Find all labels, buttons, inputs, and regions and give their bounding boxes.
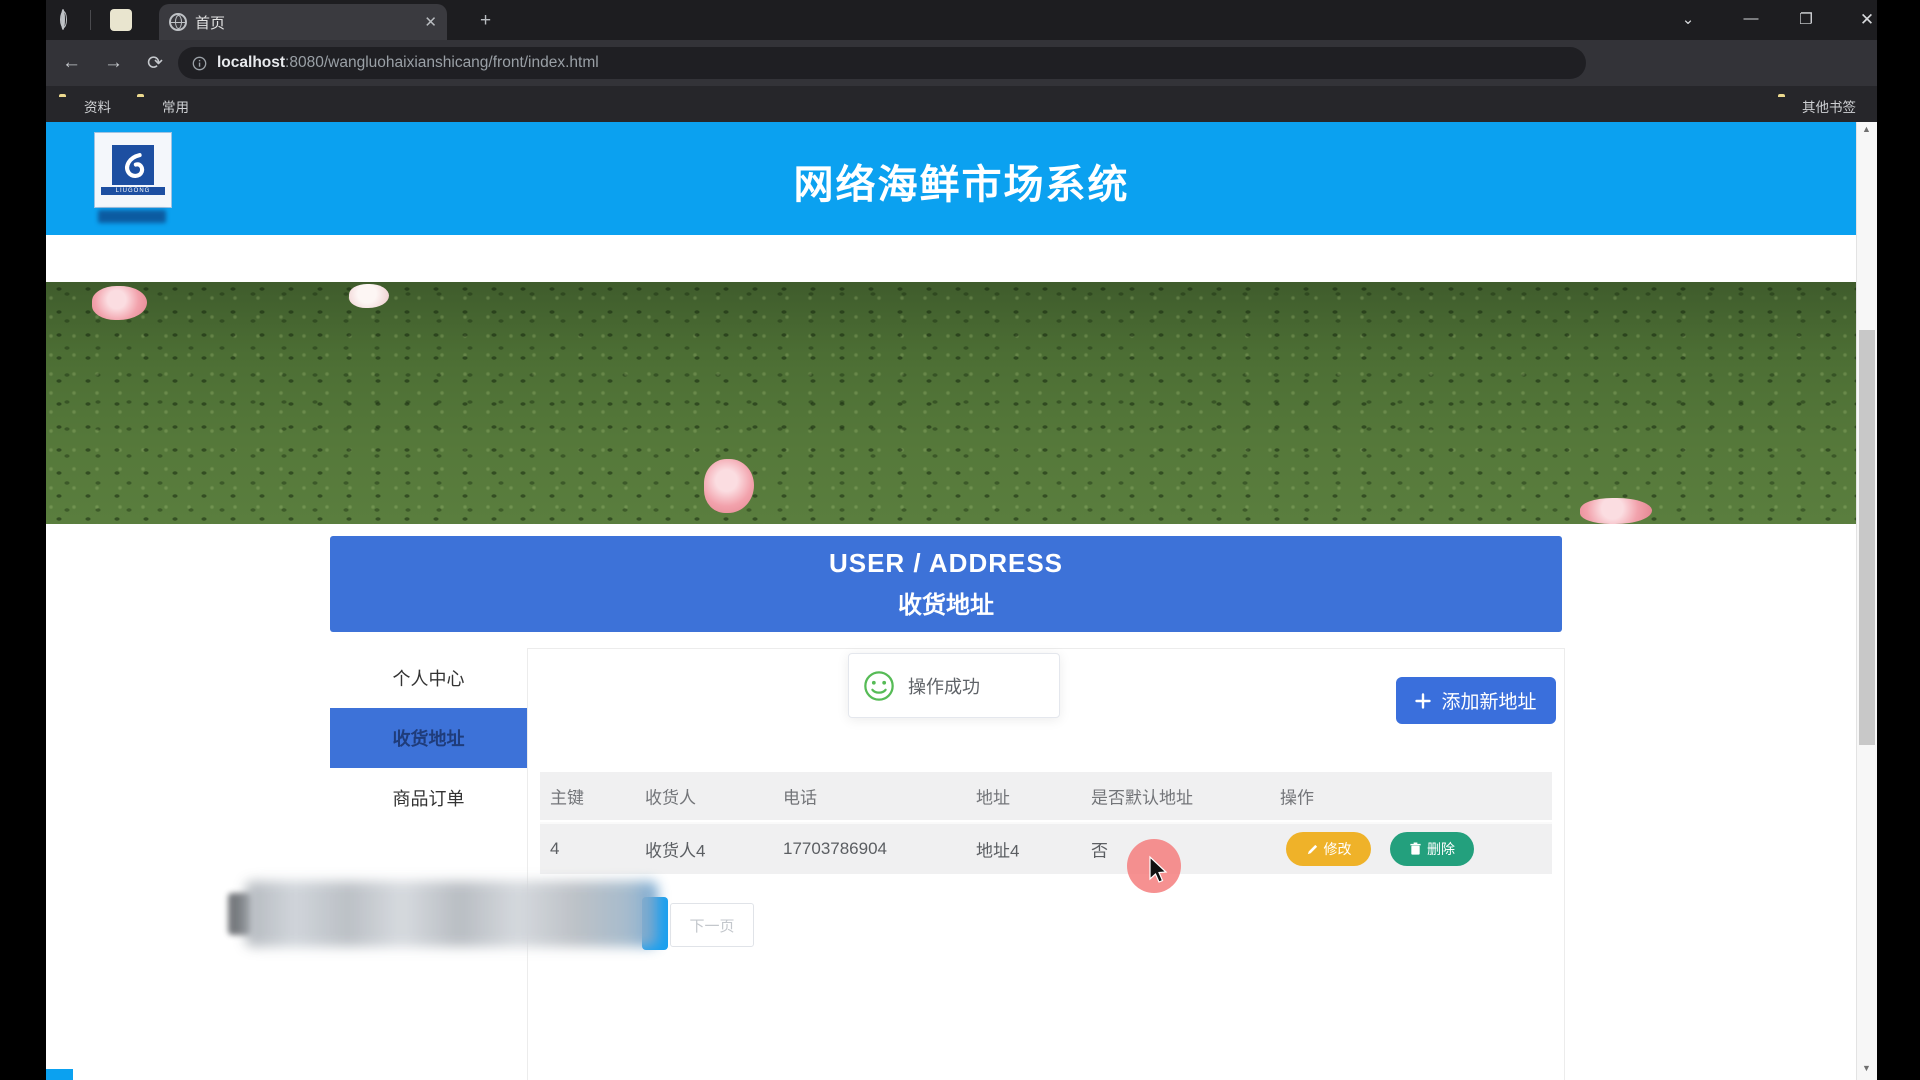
cell-consignee: 收货人4	[645, 837, 705, 862]
logo-caption-blurred	[98, 210, 166, 223]
logo-mark-icon	[112, 145, 154, 185]
flower-decoration	[349, 284, 389, 308]
window-close-icon[interactable]: ✕	[1852, 10, 1877, 30]
logo-text: LIUGONG	[101, 187, 165, 195]
active-tab[interactable]: 首页 ✕	[159, 4, 447, 40]
mouse-cursor	[1146, 855, 1168, 885]
col-header: 电话	[783, 784, 817, 809]
next-page-button[interactable]: 下一页	[670, 903, 754, 947]
col-header: 地址	[976, 784, 1010, 809]
toast-message: 操作成功	[908, 673, 980, 699]
col-header: 主键	[550, 784, 584, 809]
tab-title: 首页	[195, 12, 424, 33]
address-table-header: 主键 收货人 电话 地址 是否默认地址 操作	[540, 772, 1552, 820]
plus-icon	[1415, 693, 1431, 709]
flower-decoration	[92, 286, 147, 320]
info-icon	[192, 56, 207, 71]
address-table-row: 4 收货人4 17703786904 地址4 否 修改 删除	[540, 822, 1552, 874]
pinned-tab[interactable]	[110, 9, 132, 31]
window-chevron-icon[interactable]: ⌄	[1673, 10, 1703, 28]
flower-decoration	[704, 459, 754, 513]
cell-address: 地址4	[976, 837, 1019, 862]
page-banner: USER / ADDRESS 收货地址	[330, 536, 1562, 632]
sidebar-item-address[interactable]: 收货地址	[330, 708, 527, 768]
scrollbar-up-icon[interactable]: ▲	[1856, 124, 1877, 134]
scrollbar-thumb[interactable]	[1859, 330, 1875, 745]
add-address-button[interactable]: 添加新地址	[1396, 677, 1556, 724]
window-restore-icon[interactable]: ❐	[1791, 10, 1821, 28]
browser-window: 首页 ✕ + ⌄ — ❐ ✕ ← → ⟳ localhost:8080/wang…	[46, 0, 1877, 1080]
forward-icon[interactable]: →	[104, 52, 123, 74]
col-header: 操作	[1280, 784, 1314, 809]
hero-carousel	[46, 282, 1877, 524]
url-text: localhost:8080/wangluohaixianshicang/fro…	[217, 54, 599, 72]
tab-bar: 首页 ✕ + ⌄ — ❐ ✕	[46, 0, 1877, 40]
page-banner-path: USER / ADDRESS	[829, 548, 1063, 579]
other-bookmarks[interactable]: 其他书签	[1802, 96, 1856, 116]
scrollbar-down-icon[interactable]: ▼	[1856, 1063, 1877, 1073]
pencil-icon	[1306, 843, 1319, 856]
site-logo: LIUGONG	[94, 132, 172, 208]
sidebar-item-orders[interactable]: 商品订单	[330, 768, 527, 828]
site-title: 网络海鲜市场系统	[46, 152, 1877, 210]
footer-edge	[46, 1069, 73, 1080]
site-header: 网络海鲜市场系统	[46, 122, 1877, 235]
address-bar[interactable]: localhost:8080/wangluohaixianshicang/fro…	[178, 47, 1586, 79]
cell-is-default: 否	[1091, 837, 1108, 862]
edit-button[interactable]: 修改	[1286, 832, 1371, 866]
browser-icon	[61, 11, 65, 29]
back-icon[interactable]: ←	[62, 52, 81, 74]
redacted-region	[245, 881, 658, 947]
new-tab-button[interactable]: +	[480, 11, 491, 30]
smiley-success-icon	[863, 670, 895, 702]
success-toast: 操作成功	[848, 653, 1060, 718]
window-minimize-icon[interactable]: —	[1736, 10, 1766, 27]
tab-separator	[90, 10, 91, 30]
site-nav: 首页 论坛 商品 商品资讯 个人中心 后台管理 购物车	[46, 235, 1877, 283]
sidebar-item-personal-center[interactable]: 个人中心	[330, 648, 527, 708]
col-header: 收货人	[645, 784, 696, 809]
bookmark-item[interactable]: 资料	[84, 96, 111, 116]
delete-button[interactable]: 删除	[1390, 832, 1474, 866]
flower-decoration	[1580, 498, 1652, 524]
browser-toolbar: ← → ⟳ localhost:8080/wangluohaixianshica…	[46, 40, 1877, 86]
trash-icon	[1409, 842, 1422, 856]
cell-id: 4	[550, 839, 559, 859]
col-header: 是否默认地址	[1091, 784, 1193, 809]
page-banner-title: 收货地址	[898, 585, 994, 620]
cell-phone: 17703786904	[783, 839, 887, 859]
bookmarks-bar: 资料 常用 其他书签	[46, 86, 1877, 122]
reload-icon[interactable]: ⟳	[147, 52, 163, 75]
tab-close-icon[interactable]: ✕	[424, 15, 437, 30]
bookmark-item[interactable]: 常用	[162, 96, 189, 116]
tab-favicon-globe-icon	[169, 13, 187, 31]
